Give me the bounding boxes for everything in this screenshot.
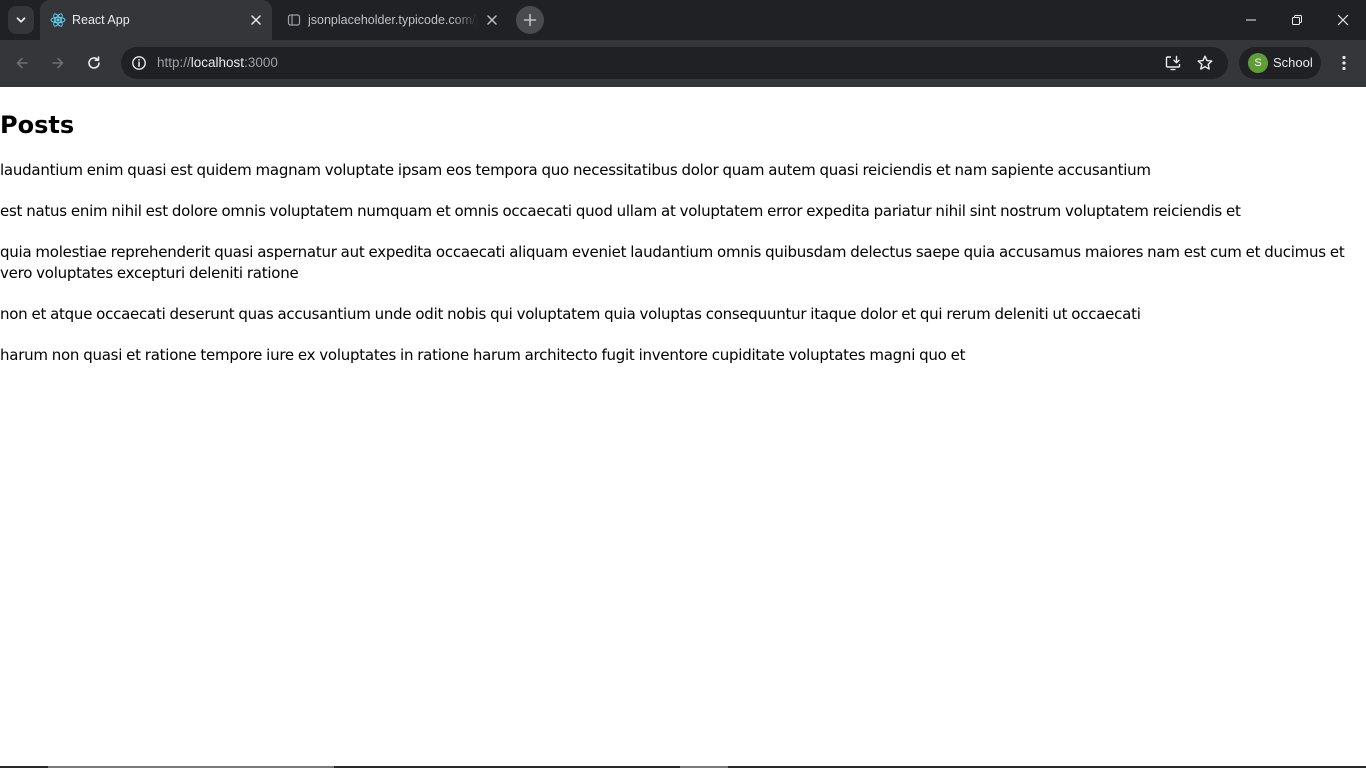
browser-menu-button[interactable]	[1330, 48, 1358, 78]
tab-jsonplaceholder[interactable]: jsonplaceholder.typicode.com/posts	[276, 0, 508, 40]
install-app-button[interactable]	[1161, 51, 1185, 75]
url-text: http://localhost:3000	[157, 55, 278, 71]
minimize-button[interactable]	[1228, 0, 1274, 40]
arrow-left-icon	[16, 57, 28, 69]
arrow-right-icon	[52, 57, 64, 69]
tab-strip: React App jsonplaceholder.typicode.com/p…	[0, 0, 1366, 40]
post-item: quia molestiae reprehenderit quasi asper…	[0, 243, 1345, 282]
restore-icon	[1292, 15, 1302, 25]
chevron-down-icon	[16, 17, 26, 23]
close-window-button[interactable]	[1320, 0, 1366, 40]
browser-chrome: React App jsonplaceholder.typicode.com/p…	[0, 0, 1366, 87]
post-item: harum non quasi et ratione tempore iure …	[0, 346, 966, 364]
profile-name: School	[1273, 55, 1313, 70]
react-icon	[50, 12, 66, 28]
avatar: S	[1248, 53, 1268, 73]
reload-button[interactable]	[79, 48, 109, 78]
page-title: Posts	[0, 111, 75, 139]
url-scheme: http://	[157, 55, 191, 70]
tab-react-app[interactable]: React App	[40, 0, 272, 40]
url-port: :3000	[244, 55, 278, 70]
posts-list: laudantium enim quasi est quidem magnam …	[0, 160, 1350, 386]
close-icon	[1337, 14, 1349, 26]
browser-toolbar: http://localhost:3000 S School	[0, 40, 1366, 87]
tab-title: React App	[72, 13, 130, 27]
site-info-button[interactable]	[127, 51, 151, 75]
tab-search-button[interactable]	[8, 6, 34, 34]
address-bar[interactable]: http://localhost:3000	[121, 47, 1228, 79]
page-content: Posts laudantium enim quasi est quidem m…	[0, 87, 1366, 766]
new-tab-button[interactable]	[516, 6, 544, 34]
install-icon	[1165, 55, 1181, 71]
tab-title: jsonplaceholder.typicode.com/posts	[308, 13, 478, 27]
close-icon[interactable]	[248, 12, 264, 28]
post-item: laudantium enim quasi est quidem magnam …	[0, 161, 1151, 179]
page-icon	[286, 12, 302, 28]
url-host: localhost	[190, 55, 245, 70]
reload-icon	[88, 56, 100, 69]
minimize-icon	[1246, 19, 1256, 21]
back-button[interactable]	[7, 48, 37, 78]
profile-button[interactable]: S School	[1239, 47, 1321, 79]
close-icon[interactable]	[484, 12, 500, 28]
post-item: non et atque occaecati deserunt quas acc…	[0, 305, 1141, 323]
plus-icon	[523, 13, 537, 27]
post-item: est natus enim nihil est dolore omnis vo…	[0, 202, 1241, 220]
star-icon	[1197, 55, 1213, 70]
forward-button[interactable]	[43, 48, 73, 78]
info-icon	[132, 56, 146, 70]
more-vert-icon	[1342, 55, 1346, 71]
bookmark-button[interactable]	[1193, 51, 1217, 75]
restore-button[interactable]	[1274, 0, 1320, 40]
